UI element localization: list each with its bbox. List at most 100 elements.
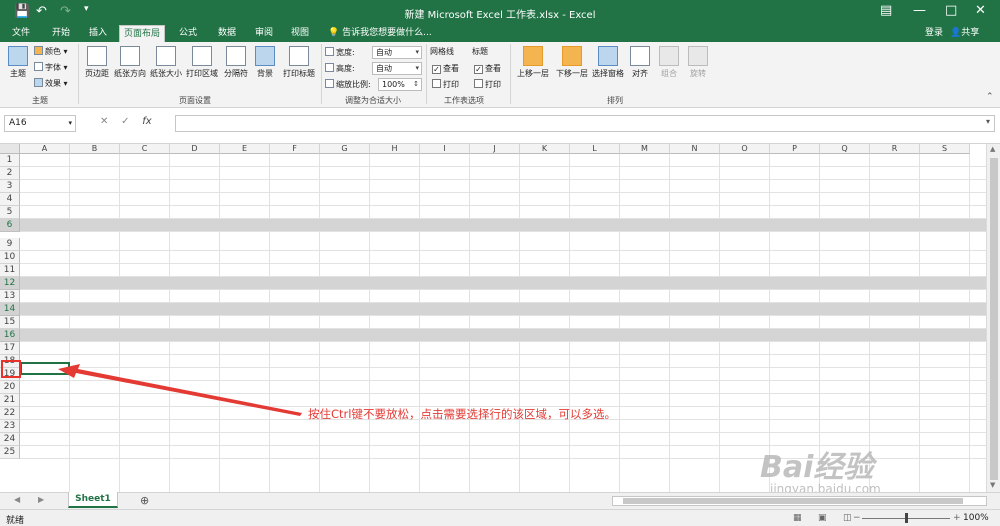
table-row[interactable]: [20, 342, 996, 355]
column-header-e[interactable]: E: [220, 144, 270, 154]
function-icon[interactable]: fx: [142, 116, 151, 127]
table-row[interactable]: [20, 368, 996, 381]
zoom-out-icon[interactable]: −: [853, 513, 861, 523]
table-row[interactable]: [20, 381, 996, 394]
margins-button[interactable]: 页边距: [82, 46, 112, 79]
row-header-24[interactable]: 24: [0, 433, 20, 446]
group-button[interactable]: 组合: [657, 46, 681, 79]
column-header-n[interactable]: N: [670, 144, 720, 154]
enter-icon[interactable]: ✓: [121, 116, 129, 127]
row-header-22[interactable]: 22: [0, 407, 20, 420]
scroll-up-icon[interactable]: ▲: [990, 145, 995, 153]
selection-pane-button[interactable]: 选择窗格: [590, 46, 626, 79]
print-titles-button[interactable]: 打印标题: [280, 46, 318, 79]
print-area-button[interactable]: 打印区域: [185, 46, 219, 79]
row-header-23[interactable]: 23: [0, 420, 20, 433]
row-header-25[interactable]: 25: [0, 446, 20, 459]
gridlines-print-checkbox[interactable]: 打印: [432, 79, 459, 90]
column-header-h[interactable]: H: [370, 144, 420, 154]
table-row[interactable]: [20, 193, 996, 206]
column-header-i[interactable]: I: [420, 144, 470, 154]
row-header-12[interactable]: 12: [0, 277, 20, 290]
table-row[interactable]: [20, 167, 996, 180]
table-row[interactable]: [20, 238, 996, 251]
zoom-in-icon[interactable]: +: [953, 513, 961, 523]
width-select[interactable]: 自动 ▾: [372, 46, 422, 59]
table-row[interactable]: [20, 316, 996, 329]
maximize-icon[interactable]: □: [945, 3, 957, 18]
tab-review[interactable]: 审阅: [251, 25, 277, 42]
tab-home[interactable]: 开始: [48, 25, 74, 42]
background-button[interactable]: 背景: [254, 46, 276, 79]
page-layout-view-icon[interactable]: ▣: [818, 513, 827, 523]
table-row[interactable]: [20, 303, 996, 316]
select-all-corner[interactable]: [0, 144, 20, 154]
column-header-r[interactable]: R: [870, 144, 920, 154]
column-header-m[interactable]: M: [620, 144, 670, 154]
column-header-a[interactable]: A: [20, 144, 70, 154]
table-row[interactable]: [20, 329, 996, 342]
table-row[interactable]: [20, 206, 996, 219]
effects-button[interactable]: 效果 ▾: [34, 78, 68, 89]
align-button[interactable]: 对齐: [628, 46, 652, 79]
themes-button[interactable]: 主题: [6, 46, 30, 79]
row-header-4[interactable]: 4: [0, 193, 20, 206]
horizontal-scroll-thumb[interactable]: [623, 498, 963, 504]
tab-view[interactable]: 视图: [287, 25, 313, 42]
headings-print-checkbox[interactable]: 打印: [474, 79, 501, 90]
horizontal-scrollbar[interactable]: [612, 496, 987, 506]
row-header-11[interactable]: 11: [0, 264, 20, 277]
gridlines-view-checkbox[interactable]: ✓ 查看: [432, 63, 459, 74]
share-button[interactable]: 👤共享: [950, 25, 979, 42]
colors-button[interactable]: 颜色 ▾: [34, 46, 68, 57]
expand-formula-icon[interactable]: ▾: [986, 117, 990, 126]
tab-data[interactable]: 数据: [214, 25, 240, 42]
orientation-button[interactable]: 纸张方向: [113, 46, 147, 79]
column-header-f[interactable]: F: [270, 144, 320, 154]
zoom-slider-knob[interactable]: [905, 513, 908, 523]
table-row[interactable]: [20, 355, 996, 368]
breaks-button[interactable]: 分隔符: [222, 46, 250, 79]
row-header-16[interactable]: 16: [0, 329, 20, 342]
next-sheet-icon[interactable]: ▶: [38, 495, 44, 504]
table-row[interactable]: [20, 219, 996, 232]
row-header-9[interactable]: 9: [0, 238, 20, 251]
row-header-3[interactable]: 3: [0, 180, 20, 193]
column-header-s[interactable]: S: [920, 144, 970, 154]
column-header-k[interactable]: K: [520, 144, 570, 154]
formula-input[interactable]: [175, 115, 995, 132]
vertical-scrollbar[interactable]: ▲ ▼: [986, 144, 1000, 492]
prev-sheet-icon[interactable]: ◀: [14, 495, 20, 504]
tab-page-layout[interactable]: 页面布局: [119, 25, 166, 42]
row-header-2[interactable]: 2: [0, 167, 20, 180]
column-header-d[interactable]: D: [170, 144, 220, 154]
column-header-l[interactable]: L: [570, 144, 620, 154]
ribbon-display-icon[interactable]: ▤: [880, 3, 892, 18]
column-header-j[interactable]: J: [470, 144, 520, 154]
column-header-g[interactable]: G: [320, 144, 370, 154]
vertical-scroll-thumb[interactable]: [990, 158, 998, 480]
rotate-button[interactable]: 旋转: [686, 46, 710, 79]
page-break-view-icon[interactable]: ◫: [843, 513, 852, 523]
tab-formulas[interactable]: 公式: [175, 25, 201, 42]
height-select[interactable]: 自动 ▾: [372, 62, 422, 75]
active-cell-a16[interactable]: [20, 362, 70, 375]
table-row[interactable]: [20, 277, 996, 290]
name-box[interactable]: A16 ▾: [4, 115, 76, 132]
row-header-10[interactable]: 10: [0, 251, 20, 264]
row-header-14[interactable]: 14: [0, 303, 20, 316]
row-header-17[interactable]: 17: [0, 342, 20, 355]
row-header-1[interactable]: 1: [0, 154, 20, 167]
add-sheet-icon[interactable]: ⊕: [140, 494, 149, 507]
row-header-21[interactable]: 21: [0, 394, 20, 407]
scale-spinner[interactable]: 100% ↕: [378, 78, 422, 91]
size-button[interactable]: 纸张大小: [149, 46, 183, 79]
column-header-q[interactable]: Q: [820, 144, 870, 154]
row-header-15[interactable]: 15: [0, 316, 20, 329]
table-row[interactable]: [20, 154, 996, 167]
tab-file[interactable]: 文件: [8, 25, 34, 42]
worksheet-grid[interactable]: A B C D E F G H I J K L M N O P Q R S 1 2 3 4 5 6 9 10 11 12 13 14 15 16…: [0, 144, 996, 492]
table-row[interactable]: [20, 264, 996, 277]
row-header-20[interactable]: 20: [0, 381, 20, 394]
column-header-c[interactable]: C: [120, 144, 170, 154]
